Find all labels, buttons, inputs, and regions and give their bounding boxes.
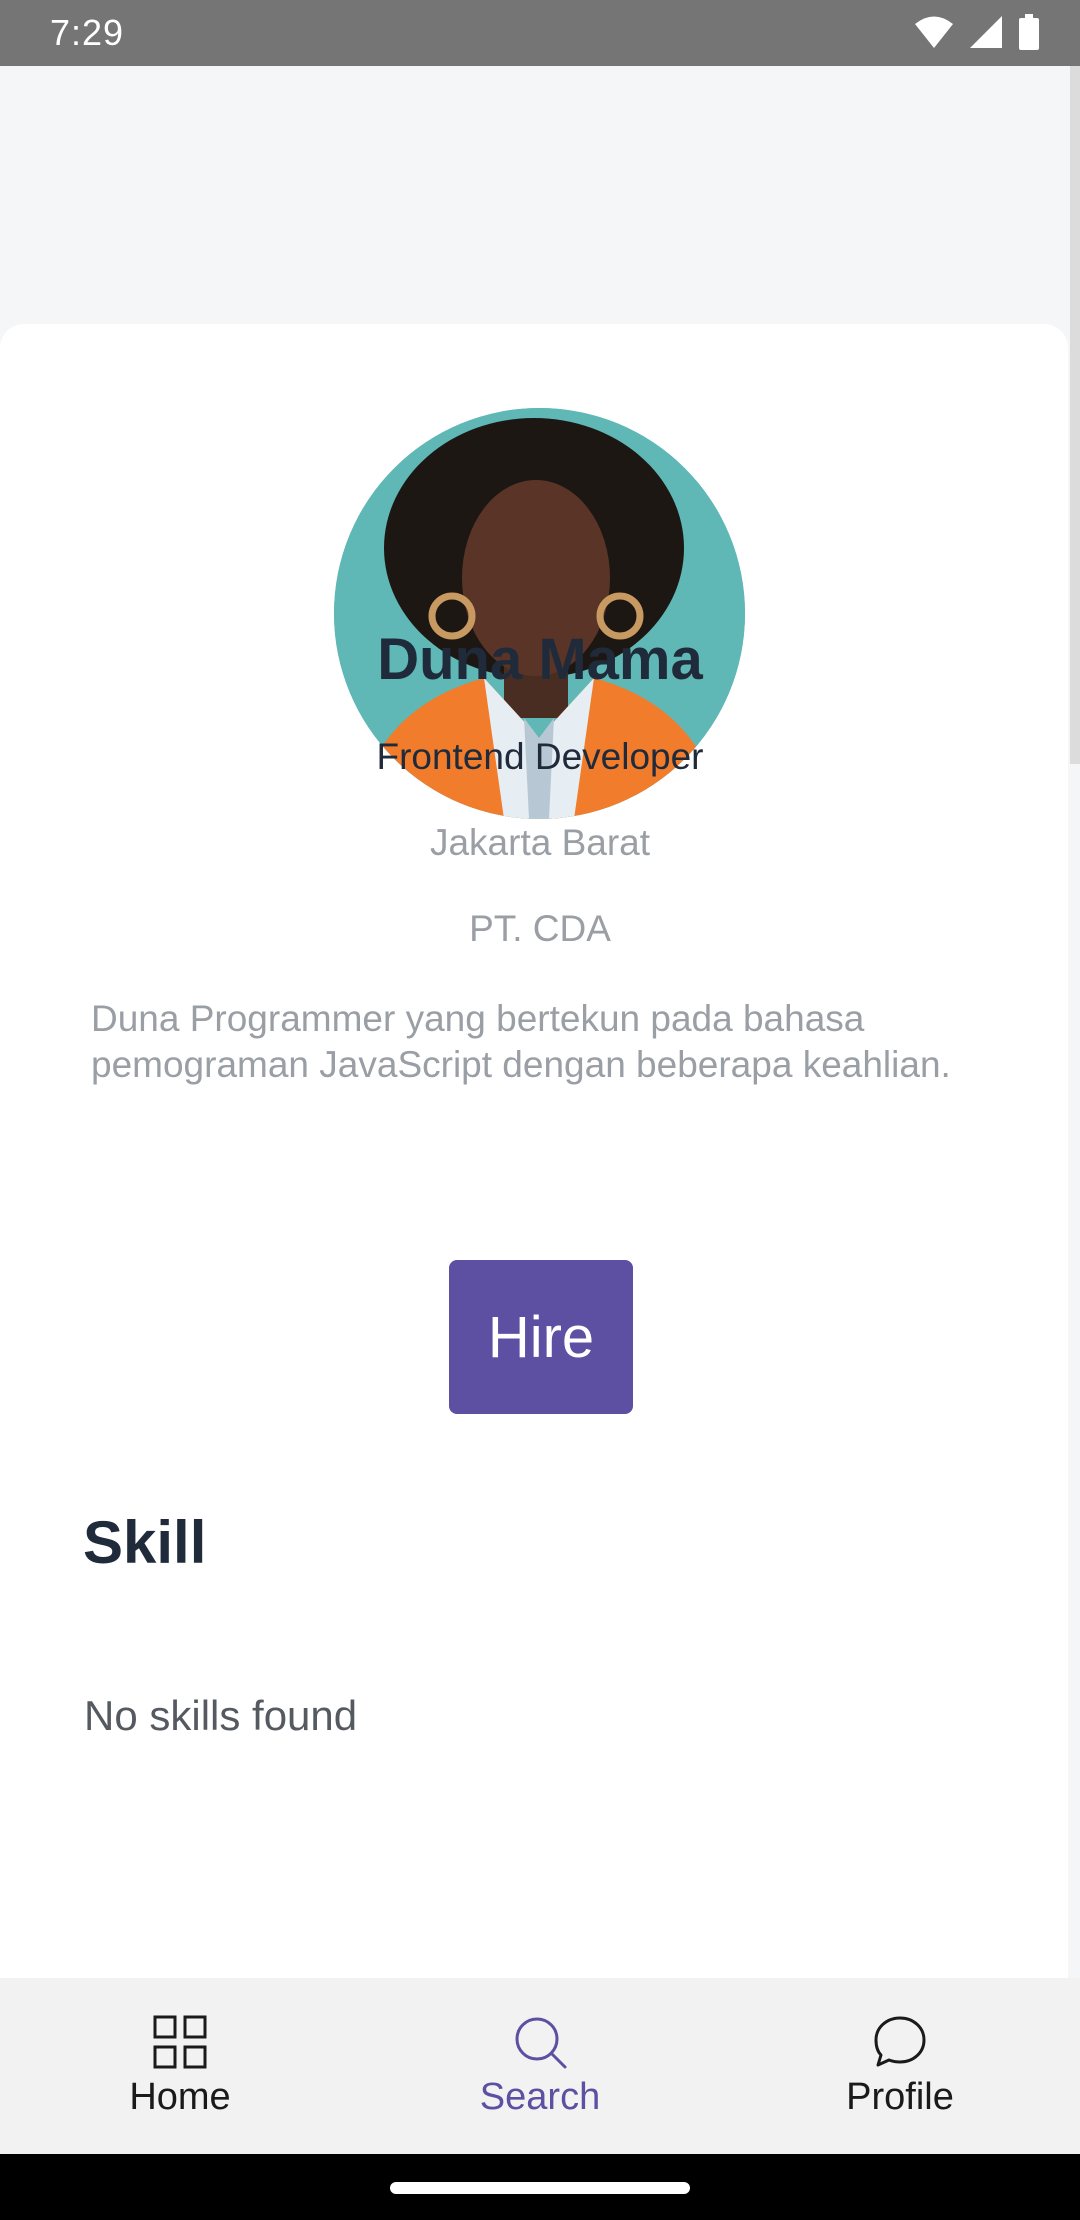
- chat-bubble-icon: [874, 2016, 926, 2067]
- nav-label-profile: Profile: [846, 2076, 954, 2118]
- nav-label-home: Home: [129, 2076, 231, 2118]
- bio-text: Duna Programmer yang bertekun pada bahas…: [91, 998, 951, 1085]
- signal-icon: [970, 16, 1002, 48]
- system-gesture-bar: [0, 2154, 1080, 2220]
- nav-item-profile[interactable]: Profile: [720, 1978, 1080, 2154]
- bottom-navigation: Home Search Profile: [0, 1978, 1080, 2154]
- no-skills-message: No skills found: [84, 1692, 358, 1739]
- wifi-icon: [915, 16, 953, 48]
- profile-name: Duna Mama: [377, 627, 703, 692]
- status-bar: 7:29: [0, 0, 1080, 66]
- job-title: Frontend Developer: [376, 736, 704, 777]
- scrollbar[interactable]: [1070, 66, 1080, 764]
- app-content[interactable]: Duna Mama Frontend Developer Jakarta Bar…: [0, 66, 1080, 1978]
- grid-icon: [153, 2015, 207, 2069]
- nav-item-search[interactable]: Search: [360, 1978, 720, 2154]
- skill-section-title: Skill: [83, 1509, 207, 1576]
- status-icons: [914, 14, 1040, 50]
- hire-button[interactable]: Hire: [449, 1260, 633, 1414]
- search-icon: [515, 2017, 567, 2069]
- home-gesture-handle[interactable]: [390, 2182, 690, 2194]
- battery-icon: [1019, 14, 1039, 50]
- nav-item-home[interactable]: Home: [0, 1978, 360, 2154]
- status-time: 7:29: [50, 12, 125, 53]
- location: Jakarta Barat: [429, 822, 651, 863]
- nav-label-search: Search: [479, 2076, 601, 2118]
- company: PT. CDA: [469, 908, 611, 949]
